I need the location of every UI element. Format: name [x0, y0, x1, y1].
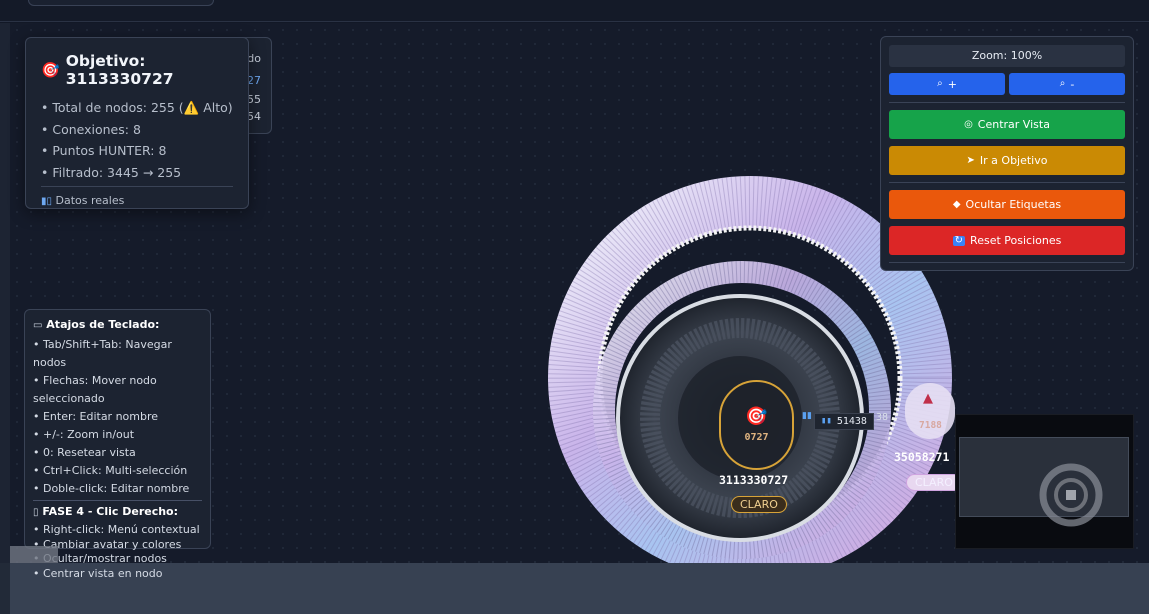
- phase-item: • Centrar vista en nodo: [33, 566, 163, 580]
- keyboard-icon: ▭: [33, 320, 43, 331]
- edge-label: ▮▮ 51438: [814, 413, 874, 430]
- signal-icon: ▮▮: [821, 416, 832, 426]
- zoom-level: Zoom: 100%: [889, 45, 1125, 67]
- hide-labels-label: Ocultar Etiquetas: [965, 198, 1062, 211]
- shortcut-item: • +/-: Zoom in/out: [33, 428, 135, 441]
- hide-labels-button[interactable]: ◆ Ocultar Etiquetas: [889, 190, 1125, 219]
- zoom-out-label: -: [1070, 77, 1075, 91]
- shortcuts-title-row: ▭ Atajos de Teclado:: [33, 318, 202, 331]
- ghost-line-4: 54: [247, 110, 261, 123]
- target-icon: ◎: [964, 118, 973, 130]
- side-node-short: 7188: [919, 420, 942, 431]
- bottom-left-tab[interactable]: [10, 546, 58, 563]
- target-node-short: 0727: [744, 431, 769, 443]
- ghost-line-2: 27: [247, 74, 261, 87]
- phase-title: FASE 4 - Clic Derecho:: [42, 505, 179, 518]
- keyboard-shortcuts-panel: ▭ Atajos de Teclado: • Tab/Shift+Tab: Na…: [24, 309, 211, 580]
- side-node-label: 35058271: [894, 450, 950, 464]
- stats-footer-text: Datos reales: [55, 194, 125, 207]
- reset-positions-label: Reset Posiciones: [970, 234, 1062, 247]
- bottom-left-corner: [0, 563, 10, 614]
- target-node[interactable]: 🎯 0727: [719, 380, 794, 470]
- shortcut-item: • Doble-click: Editar nombre: [33, 482, 190, 495]
- stats-footer: ▮▯ Datos reales: [41, 194, 233, 207]
- zoom-out-button[interactable]: ⌕ -: [1009, 73, 1125, 95]
- shortcuts-title: Atajos de Teclado:: [46, 318, 160, 331]
- stats-connections: • Conexiones: 8: [41, 121, 141, 137]
- magnifier-icon: ⌕: [937, 78, 943, 89]
- stats-divider: [41, 186, 233, 187]
- shortcut-item: • Flechas: Mover nodo seleccionado: [33, 374, 157, 405]
- shortcut-item: • Enter: Editar nombre: [33, 410, 159, 423]
- edge-label-clipped: 38: [876, 412, 889, 423]
- shortcuts-divider: [33, 500, 202, 501]
- controls-divider: [889, 262, 1125, 263]
- controls-divider: [889, 102, 1125, 103]
- shortcut-item: • Tab/Shift+Tab: Navegar nodos: [33, 338, 172, 369]
- phase-item: • Cambiar avatar y colores: [33, 537, 182, 551]
- magnifier-icon: ⌕: [1059, 78, 1066, 89]
- zoom-in-button[interactable]: ⌕ +: [889, 73, 1005, 95]
- controls-divider: [889, 182, 1125, 183]
- zoom-in-label: +: [947, 77, 957, 91]
- target-stats-panel: 🎯 Objetivo: 3113330727 • Total de nodos:…: [25, 37, 249, 209]
- target-node-badge: CLARO: [731, 496, 787, 513]
- target-icon: 🎯: [41, 60, 60, 79]
- minimap[interactable]: [955, 414, 1134, 549]
- edge-label-icon: ▮▮: [802, 411, 812, 421]
- left-edge: [0, 23, 10, 563]
- top-strip: [0, 0, 1149, 22]
- phase-item: • Right-click: Menú contextual: [33, 523, 200, 536]
- ghost-line-1: do: [247, 52, 261, 65]
- phase-item: • Ocultar/mostrar nodos: [33, 552, 167, 565]
- target-icon: 🎯: [745, 405, 768, 427]
- stats-total-nodes: • Total de nodos: 255 (⚠️ Alto): [41, 100, 233, 115]
- run-icon: ➤: [966, 154, 975, 166]
- stats-filtered: • Filtrado: 3445 → 255: [41, 164, 182, 180]
- stats-hunter-points: • Puntos HUNTER: 8: [41, 143, 167, 158]
- target-node-label: 3113330727: [719, 473, 789, 487]
- stats-title-row: 🎯 Objetivo: 3113330727: [41, 52, 233, 88]
- reset-positions-button[interactable]: ↻ Reset Posiciones: [889, 226, 1125, 255]
- go-to-target-label: Ir a Objetivo: [979, 154, 1048, 167]
- center-view-button[interactable]: ◎ Centrar Vista: [889, 110, 1125, 139]
- view-controls-panel: Zoom: 100% ⌕ + ⌕ - ◎ Centrar Vista ➤ Ir …: [880, 36, 1134, 271]
- zoom-buttons: ⌕ + ⌕ -: [889, 73, 1125, 95]
- node-avatar-icon: ▲: [923, 391, 933, 406]
- center-view-label: Centrar Vista: [977, 118, 1050, 131]
- shortcut-item: • Ctrl+Click: Multi-selección: [33, 464, 188, 477]
- stats-title: Objetivo: 3113330727: [65, 52, 174, 88]
- label-icon: ◆: [952, 198, 961, 210]
- go-to-target-button[interactable]: ➤ Ir a Objetivo: [889, 146, 1125, 175]
- hidden-panel-edge: [28, 0, 214, 6]
- shortcut-item: • 0: Resetear vista: [33, 446, 136, 459]
- chart-icon: ▮▯: [41, 196, 53, 207]
- refresh-icon: ↻: [952, 234, 966, 246]
- mouse-icon: ▯: [33, 507, 39, 518]
- side-node-badge: CLARO: [906, 474, 962, 491]
- ghost-line-3: 55: [247, 93, 261, 106]
- minimap-target-icon: [1039, 463, 1103, 527]
- phase-title-row: ▯ FASE 4 - Clic Derecho:: [33, 505, 202, 518]
